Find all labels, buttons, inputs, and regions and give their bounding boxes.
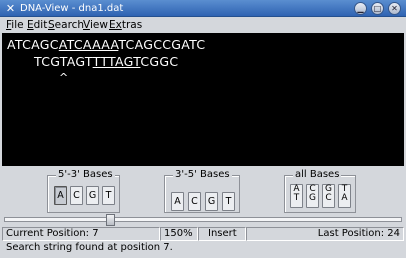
- base-5-3-g-button[interactable]: G: [86, 186, 99, 205]
- pair-g-c-button[interactable]: GC: [322, 184, 335, 208]
- pair-a-t-bottom: T: [293, 193, 300, 203]
- menu-search-mnemonic: S: [48, 19, 55, 31]
- pair-t-a-button[interactable]: TA: [338, 184, 351, 208]
- current-position-status: Current Position: 7: [2, 227, 160, 241]
- strand-5-3: ATCAGCATCAAAATCAGCCGATC: [7, 37, 205, 52]
- minimize-icon[interactable]: ▁: [354, 2, 367, 15]
- menu-search[interactable]: Search: [48, 18, 84, 32]
- strand-3-5: TCGTAGTTTTAGTCGGC: [34, 54, 178, 69]
- status-message: Search string found at position 7.: [6, 242, 173, 253]
- x-logo-icon[interactable]: ✕: [4, 2, 17, 15]
- cursor-caret: ^: [59, 71, 69, 84]
- menu-extras-label: tras: [121, 19, 143, 31]
- sequence-view[interactable]: ATCAGCATCAAAATCAGCCGATC TCGTAGTTTTAGTCGG…: [2, 33, 404, 166]
- pair-c-g-bottom: G: [309, 193, 316, 203]
- group-3-5-title: 3'-5' Bases: [173, 168, 232, 181]
- strand-5-3-prefix: ATCAGC: [7, 37, 59, 52]
- group-3-5-bases: 3'-5' Bases A C G T: [164, 168, 240, 213]
- strand-3-5-match: TTTAGT: [92, 54, 141, 69]
- pair-a-t-button[interactable]: AT: [290, 184, 303, 208]
- strand-3-5-prefix: TCGTAGT: [34, 54, 93, 69]
- menu-file[interactable]: File: [6, 18, 24, 32]
- base-groups: 5'-3' Bases A C G T 3'-5' Bases A C G T …: [2, 166, 404, 214]
- close-icon[interactable]: ✕: [388, 2, 401, 15]
- menu-edit-label: dit: [33, 19, 48, 31]
- group-all-bases: all Bases AT CG GC TA: [284, 168, 356, 213]
- menu-bar: File Edit Search View Extras: [0, 17, 406, 33]
- title-bar[interactable]: ✕ DNA-View - dna1.dat ▁ □ ✕: [0, 0, 406, 17]
- menu-view[interactable]: View: [83, 18, 108, 32]
- strand-5-3-match: ATCAAAA: [58, 37, 119, 52]
- base-3-5-c-button[interactable]: C: [188, 192, 201, 211]
- group-all-title: all Bases: [293, 168, 342, 181]
- base-3-5-g-button[interactable]: G: [205, 192, 218, 211]
- menu-view-mnemonic: V: [83, 19, 90, 31]
- maximize-icon[interactable]: □: [371, 2, 384, 15]
- menu-extras[interactable]: Extras: [109, 18, 142, 32]
- pair-c-g-button[interactable]: CG: [306, 184, 319, 208]
- menu-extras-mnemonic: Ex: [109, 19, 122, 31]
- position-slider[interactable]: [2, 214, 404, 226]
- group-5-3-bases: 5'-3' Bases A C G T: [47, 168, 120, 213]
- strand-3-5-suffix: CGGC: [140, 54, 179, 69]
- menu-view-label: iew: [89, 19, 108, 31]
- last-position-status: Last Position: 24: [246, 227, 404, 241]
- strand-5-3-suffix: TCAGCCGATC: [118, 37, 206, 52]
- zoom-status: 150%: [160, 227, 198, 241]
- mode-status: Insert: [198, 227, 246, 241]
- menu-search-label: earch: [54, 19, 85, 31]
- slider-handle[interactable]: [106, 214, 115, 226]
- base-3-5-a-button[interactable]: A: [171, 192, 184, 211]
- base-5-3-a-button[interactable]: A: [54, 186, 67, 205]
- base-5-3-c-button[interactable]: C: [70, 186, 83, 205]
- base-3-5-t-button[interactable]: T: [222, 192, 235, 211]
- group-5-3-title: 5'-3' Bases: [56, 168, 115, 181]
- window-title: DNA-View - dna1.dat: [20, 3, 124, 14]
- menu-file-label: ile: [11, 19, 24, 31]
- pair-g-c-bottom: C: [325, 193, 332, 203]
- menu-edit[interactable]: Edit: [27, 18, 47, 32]
- slider-track[interactable]: [4, 217, 402, 222]
- pair-t-a-bottom: A: [341, 193, 348, 203]
- dna-view-window: ✕ DNA-View - dna1.dat ▁ □ ✕ File Edit Se…: [0, 0, 406, 258]
- base-5-3-t-button[interactable]: T: [102, 186, 115, 205]
- menu-edit-mnemonic: E: [27, 19, 34, 31]
